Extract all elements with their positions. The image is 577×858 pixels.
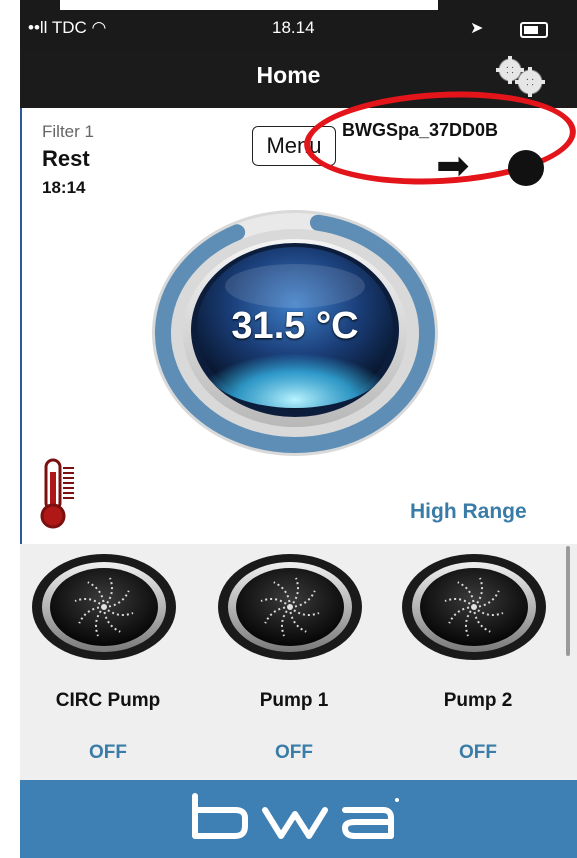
bwa-logo: bwa: [183, 788, 399, 839]
pump-status: OFF: [275, 742, 313, 763]
wifi-icon: ◠: [91, 18, 107, 37]
svg-text:bwa: bwa: [183, 788, 185, 789]
pump-button[interactable]: [30, 552, 178, 662]
battery-icon: [520, 22, 548, 38]
temperature-readout: 31.5 °C: [231, 305, 359, 347]
filter-label: Filter 1: [42, 122, 94, 141]
arrow-right-icon: ➡: [436, 144, 470, 188]
thermometer-icon: [40, 458, 74, 529]
pump-button[interactable]: [400, 552, 548, 662]
clock: 18.14: [272, 18, 315, 37]
pump-name: CIRC Pump: [55, 690, 161, 711]
page-margin: [0, 0, 20, 858]
filter-time: 18:14: [42, 178, 86, 197]
status-bar-notch: [60, 0, 438, 10]
pump-status: OFF: [459, 742, 497, 763]
range-toggle[interactable]: High Range: [410, 500, 527, 524]
pump-button[interactable]: [216, 552, 364, 662]
location-icon: ➤: [470, 20, 484, 37]
pump-name: Pump 1: [259, 690, 329, 711]
pump-name: Pump 2: [443, 690, 513, 711]
filter-mode: Rest: [42, 146, 90, 171]
scrollbar[interactable]: [566, 546, 570, 656]
pump-status: OFF: [89, 742, 127, 763]
carrier-label: ••ll TDC ◠: [28, 18, 107, 37]
connection-status-icon[interactable]: [508, 150, 544, 186]
